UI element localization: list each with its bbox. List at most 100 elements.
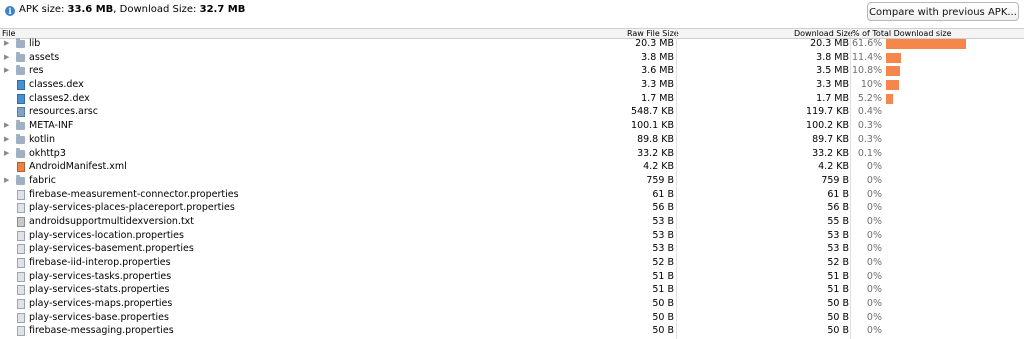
raw-file-size: 3.6 MB [641, 65, 674, 77]
file-file-icon [17, 244, 25, 255]
expand-arrow-icon[interactable]: ▶ [4, 133, 9, 147]
percent-bar [886, 80, 899, 91]
download-size: 50 B [827, 311, 849, 323]
file-file-icon [17, 271, 25, 282]
table-row[interactable]: androidsupportmultidexversion.txt 53 B 55 … [0, 215, 1024, 229]
expand-arrow-icon[interactable]: ▶ [4, 51, 9, 65]
table-row[interactable]: play-services-places-placereport.propert… [0, 201, 1024, 215]
expand-arrow-icon[interactable]: ▶ [4, 119, 9, 133]
arsc-file-icon [17, 107, 25, 118]
expand-arrow-icon[interactable]: ▶ [4, 174, 9, 188]
table-row[interactable]: ▶ META-INF 100.1 KB 100.2 KB 0.3% [0, 119, 1024, 133]
table-row[interactable]: ▶ res 3.6 MB 3.5 MB 10.8% [0, 64, 1024, 78]
table-row[interactable]: play-services-maps.properties 50 B 50 B 0% [0, 297, 1024, 311]
table-row[interactable]: play-services-location.properties 53 B 53 … [0, 229, 1024, 243]
file-file-icon [17, 203, 25, 214]
expand-arrow-icon[interactable]: ▶ [4, 37, 9, 51]
download-size: 55 B [827, 215, 849, 227]
expand-arrow-icon[interactable]: ▶ [4, 64, 9, 78]
file-name: kotlin [29, 133, 55, 145]
download-size: 51 B [827, 270, 849, 282]
file-name: play-services-basement.properties [29, 243, 194, 255]
table-row[interactable]: play-services-stats.properties 51 B 51 B 0% [0, 283, 1024, 297]
apk-size-summary: APK size: 33.6 MB, Download Size: 32.7 M… [19, 4, 245, 16]
download-size: 50 B [827, 325, 849, 337]
percent-of-total: 0.3% [857, 133, 882, 145]
raw-file-size: 759 B [646, 174, 674, 186]
table-row[interactable]: play-services-base.properties 50 B 50 B 0% [0, 311, 1024, 325]
table-row[interactable]: AndroidManifest.xml 4.2 KB 4.2 KB 0% [0, 160, 1024, 174]
table-row[interactable]: play-services-tasks.properties 51 B 51 B 0% [0, 270, 1024, 284]
percent-of-total: 5.2% [857, 92, 882, 104]
download-size: 4.2 KB [818, 161, 849, 173]
percent-of-total: 0% [866, 188, 882, 200]
file-name: fabric [29, 174, 56, 186]
download-size: 56 B [827, 202, 849, 214]
apk-size-label: APK size: [19, 4, 68, 15]
raw-file-size: 3.3 MB [641, 79, 674, 91]
download-size: 53 B [827, 229, 849, 241]
table-row[interactable]: ▶ okhttp3 33.2 KB 33.2 KB 0.1% [0, 147, 1024, 161]
info-icon: i [5, 6, 15, 16]
raw-file-size: 50 B [652, 298, 674, 310]
raw-file-size: 51 B [652, 284, 674, 296]
percent-of-total: 0% [866, 298, 882, 310]
percent-of-total: 0% [866, 311, 882, 323]
raw-file-size: 61 B [652, 188, 674, 200]
table-row[interactable]: firebase-measurement-connector.propertie… [0, 188, 1024, 202]
download-size: 20.3 MB [810, 38, 849, 49]
table-row[interactable]: classes.dex 3.3 MB 3.3 MB 10% [0, 78, 1024, 92]
raw-file-size: 50 B [652, 311, 674, 323]
percent-of-total: 0% [866, 325, 882, 337]
download-size: 100.2 KB [806, 120, 849, 132]
download-size: 51 B [827, 284, 849, 296]
file-name: AndroidManifest.xml [29, 161, 127, 173]
file-name: play-services-places-placereport.propert… [29, 202, 235, 214]
percent-of-total: 0% [866, 174, 882, 186]
file-file-icon [17, 299, 25, 310]
percent-of-total: 0.3% [857, 120, 882, 132]
file-name: play-services-stats.properties [29, 284, 170, 296]
file-name: META-INF [29, 120, 74, 132]
raw-file-size: 1.7 MB [641, 92, 674, 104]
percent-of-total: 0% [866, 215, 882, 227]
table-row[interactable]: ▶ lib 20.3 MB 20.3 MB 61.6% [0, 37, 1024, 51]
table-row[interactable]: firebase-iid-interop.properties 52 B 52 B 0… [0, 256, 1024, 270]
folder-icon [16, 133, 25, 144]
raw-file-size: 52 B [652, 257, 674, 268]
table-row[interactable]: play-services-basement.properties 53 B 53 … [0, 242, 1024, 256]
download-size: 61 B [827, 188, 849, 200]
download-size: 3.5 MB [816, 65, 849, 77]
expand-arrow-icon[interactable]: ▶ [4, 147, 9, 161]
folder-icon [16, 147, 25, 158]
download-size: 33.2 KB [812, 147, 849, 159]
download-size-label: , Download Size: [113, 4, 200, 15]
folder-icon [16, 65, 25, 76]
file-file-icon [17, 312, 25, 323]
table-row[interactable]: ▶ kotlin 89.8 KB 89.7 KB 0.3% [0, 133, 1024, 147]
file-name: lib [29, 38, 41, 49]
table-row[interactable]: ▶ assets 3.8 MB 3.8 MB 11.4% [0, 51, 1024, 65]
percent-of-total: 10% [860, 79, 882, 91]
raw-file-size: 56 B [652, 202, 674, 214]
folder-icon [16, 51, 25, 62]
file-name: androidsupportmultidexversion.txt [29, 215, 195, 227]
raw-file-size: 53 B [652, 243, 674, 255]
table-row[interactable]: resources.arsc 548.7 KB 119.7 KB 0.4% [0, 105, 1024, 119]
folder-icon [16, 38, 25, 48]
table-row[interactable]: firebase-messaging.properties 50 B 50 B 0% [0, 324, 1024, 338]
table-row[interactable]: classes2.dex 1.7 MB 1.7 MB 5.2% [0, 92, 1024, 106]
file-name: classes.dex [29, 79, 84, 91]
file-name: play-services-tasks.properties [29, 270, 172, 282]
file-file-icon [17, 258, 25, 268]
compare-apk-button[interactable]: Compare with previous APK... [867, 2, 1019, 21]
percent-of-total: 0% [866, 161, 882, 173]
file-name: firebase-iid-interop.properties [29, 257, 171, 268]
txt-file-icon [17, 216, 25, 227]
percent-bar [886, 52, 901, 63]
percent-of-total: 0% [866, 284, 882, 296]
file-file-icon [17, 189, 25, 200]
download-size: 759 B [821, 174, 849, 186]
file-name: play-services-maps.properties [29, 298, 173, 310]
table-row[interactable]: ▶ fabric 759 B 759 B 0% [0, 174, 1024, 188]
